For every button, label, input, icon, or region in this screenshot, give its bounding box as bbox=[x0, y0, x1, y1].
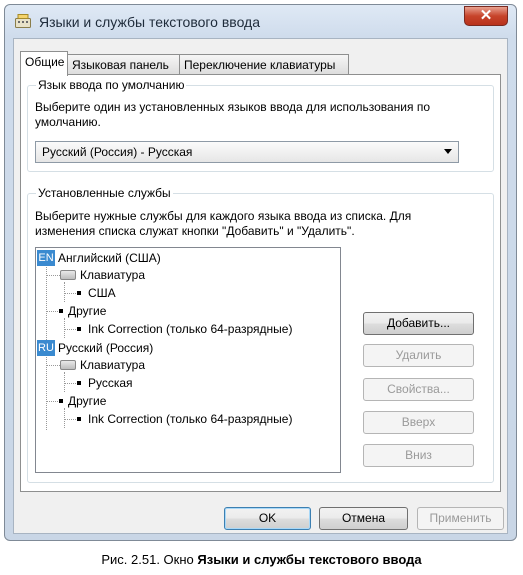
title-bar[interactable]: Языки и службы текстового ввода ✕ bbox=[5, 5, 516, 39]
bullet-icon bbox=[77, 291, 81, 295]
services-description-2: изменения списка служат кнопки "Добавить… bbox=[35, 224, 355, 238]
move-down-button[interactable]: Вниз bbox=[363, 444, 474, 467]
move-up-button[interactable]: Вверх bbox=[363, 411, 474, 434]
tree-line bbox=[64, 383, 76, 384]
tree-line bbox=[64, 282, 65, 302]
bullet-icon bbox=[77, 381, 81, 385]
bullet-icon bbox=[77, 417, 81, 421]
dropdown-arrow-icon[interactable] bbox=[444, 149, 452, 154]
tree-line bbox=[64, 293, 76, 294]
bullet-icon bbox=[59, 399, 63, 403]
tree-line bbox=[64, 408, 65, 428]
figure-caption: Рис. 2.51. Окно Языки и службы текстовог… bbox=[0, 552, 523, 567]
tree-line bbox=[46, 311, 60, 312]
tree-item-english[interactable]: Английский (США) bbox=[58, 250, 161, 266]
tree-line bbox=[46, 365, 60, 366]
general-tab-panel: Язык ввода по умолчанию Выберите один из… bbox=[20, 74, 501, 492]
default-language-description-1: Выберите один из установленных языков вв… bbox=[35, 100, 431, 114]
tree-item-ru-ink[interactable]: Ink Correction (только 64-разрядные) bbox=[88, 411, 292, 427]
tree-line bbox=[46, 355, 47, 430]
bullet-icon bbox=[59, 309, 63, 313]
close-button[interactable]: ✕ bbox=[464, 6, 508, 26]
close-icon: ✕ bbox=[479, 7, 493, 24]
tree-line bbox=[64, 318, 65, 338]
add-button[interactable]: Добавить... bbox=[363, 312, 474, 335]
installed-services-legend: Установленные службы bbox=[36, 186, 173, 200]
tree-item-ru-keyboard[interactable]: Клавиатура bbox=[80, 357, 145, 373]
services-description-1: Выберите нужные службы для каждого языка… bbox=[35, 209, 412, 223]
default-language-select[interactable]: Русский (Россия) - Русская bbox=[35, 141, 459, 163]
tab-general[interactable]: Общие bbox=[20, 51, 68, 76]
tree-item-en-layout[interactable]: США bbox=[88, 285, 116, 301]
cancel-button[interactable]: Отмена bbox=[319, 507, 408, 530]
apply-button[interactable]: Применить bbox=[417, 507, 504, 530]
tree-line bbox=[46, 275, 60, 276]
tree-item-ru-layout[interactable]: Русская bbox=[88, 375, 133, 391]
caption-title: Языки и службы текстового ввода bbox=[197, 552, 422, 567]
dialog-window: Языки и службы текстового ввода ✕ Общие … bbox=[4, 4, 517, 541]
tree-item-ru-other[interactable]: Другие bbox=[68, 393, 106, 409]
default-language-description-2: умолчанию. bbox=[35, 115, 101, 129]
keyboard-icon bbox=[60, 270, 76, 280]
properties-button[interactable]: Свойства... bbox=[363, 378, 474, 401]
remove-button[interactable]: Удалить bbox=[363, 344, 474, 367]
window-title: Языки и службы текстового ввода bbox=[39, 14, 261, 30]
en-flag-icon: EN bbox=[37, 250, 55, 266]
tree-item-russian[interactable]: Русский (Россия) bbox=[58, 340, 153, 356]
tree-line bbox=[46, 265, 47, 340]
tree-line bbox=[46, 401, 60, 402]
tree-item-en-other[interactable]: Другие bbox=[68, 303, 106, 319]
services-tree[interactable]: EN Английский (США) Клавиатура США Други… bbox=[35, 247, 341, 473]
ru-flag-icon: RU bbox=[37, 340, 55, 356]
tree-line bbox=[64, 419, 76, 420]
tree-line bbox=[64, 329, 76, 330]
tree-item-en-keyboard[interactable]: Клавиатура bbox=[80, 267, 145, 283]
default-language-value: Русский (Россия) - Русская bbox=[42, 145, 193, 159]
keyboard-icon bbox=[60, 360, 76, 370]
tree-line bbox=[64, 372, 65, 392]
bullet-icon bbox=[77, 327, 81, 331]
tab-keyboard-switching[interactable]: Переключение клавиатуры bbox=[179, 54, 349, 75]
tree-item-en-ink[interactable]: Ink Correction (только 64-разрядные) bbox=[88, 321, 292, 337]
keyboard-app-icon bbox=[15, 14, 31, 28]
dialog-body: Общие Языковая панель Переключение клави… bbox=[13, 38, 508, 534]
caption-prefix: Рис. 2.51. Окно bbox=[101, 552, 198, 567]
tab-language-bar[interactable]: Языковая панель bbox=[67, 54, 180, 75]
default-language-legend: Язык ввода по умолчанию bbox=[36, 78, 187, 92]
ok-button[interactable]: OK bbox=[224, 507, 311, 530]
